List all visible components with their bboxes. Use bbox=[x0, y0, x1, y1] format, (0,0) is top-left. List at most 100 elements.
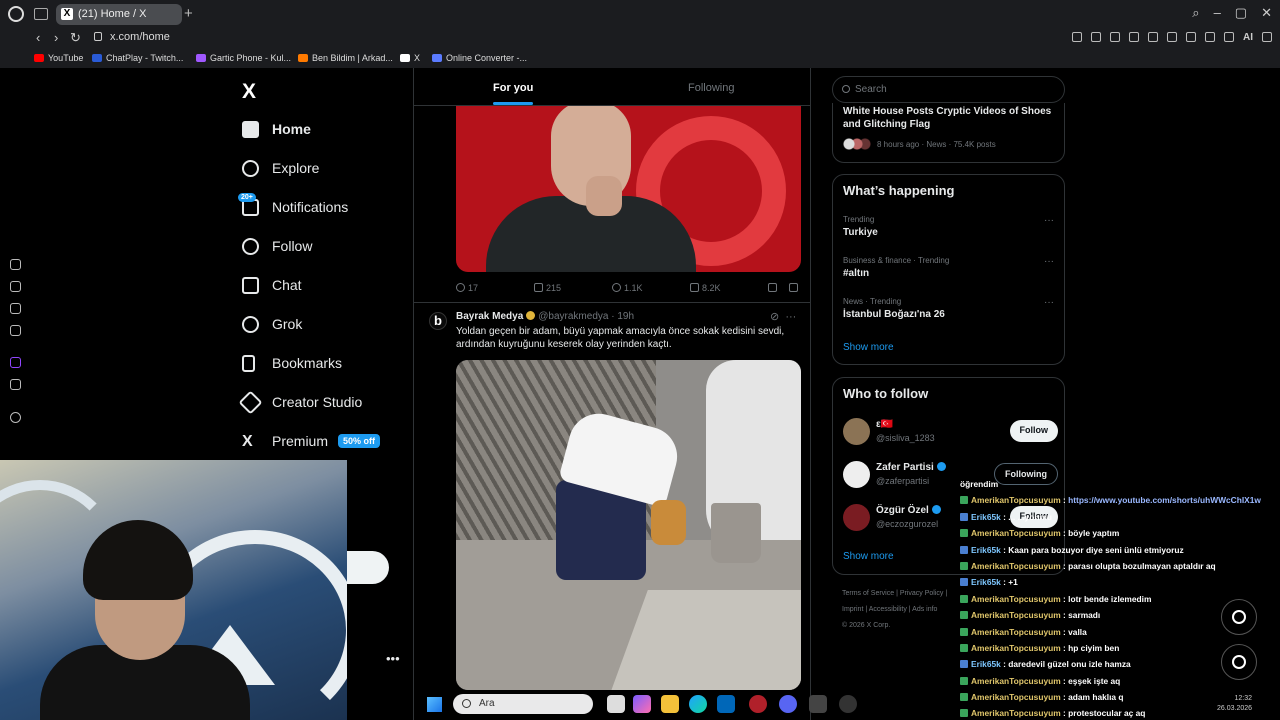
system-clock[interactable]: 12:32 26.03.2026 bbox=[1217, 694, 1252, 714]
more-options-icon[interactable]: ··· bbox=[785, 311, 796, 323]
nav-premium[interactable]: X Premium 50% off bbox=[242, 429, 381, 453]
mail-icon bbox=[242, 276, 259, 294]
nav-creator-studio[interactable]: Creator Studio bbox=[238, 389, 362, 415]
nav-chat[interactable]: Chat bbox=[242, 273, 302, 297]
post-time[interactable]: · 19h bbox=[611, 311, 634, 322]
avatar[interactable]: b bbox=[429, 312, 447, 330]
nav-follow[interactable]: Follow bbox=[242, 234, 312, 258]
edge-icon[interactable] bbox=[689, 695, 707, 713]
reload-button[interactable]: ↻ bbox=[70, 30, 81, 46]
avatar[interactable] bbox=[843, 504, 870, 531]
chat-bubble-icon bbox=[1232, 655, 1246, 669]
windows-start-icon[interactable] bbox=[427, 697, 442, 712]
grok-explain-icon[interactable]: ⊘ bbox=[770, 311, 779, 323]
search-tabs-icon[interactable]: ⌕ bbox=[1192, 5, 1199, 21]
trend-more-icon[interactable]: ··· bbox=[1044, 297, 1054, 308]
task-view-icon[interactable] bbox=[607, 695, 625, 713]
grok-icon bbox=[242, 315, 259, 333]
tab-manager-icon[interactable] bbox=[34, 8, 48, 20]
screenshot-icon[interactable] bbox=[1091, 32, 1101, 42]
minimize-button[interactable]: – bbox=[1214, 5, 1221, 21]
bookmark-icon bbox=[768, 283, 777, 292]
copilot-icon[interactable] bbox=[633, 695, 651, 713]
repost-button[interactable]: 215 bbox=[534, 283, 561, 293]
rocket-icon bbox=[238, 389, 263, 415]
clock-icon[interactable] bbox=[10, 412, 21, 423]
x-sidebar-icon[interactable] bbox=[10, 379, 21, 390]
search-input[interactable]: Search bbox=[832, 76, 1065, 103]
bookmark-post-button[interactable] bbox=[768, 283, 780, 293]
browser-tab-x-home[interactable]: X (21) Home / X bbox=[56, 4, 182, 25]
x-logo[interactable]: X bbox=[242, 80, 256, 104]
download-icon[interactable] bbox=[1205, 32, 1215, 42]
home-feed: For you Following 17 215 1.1K 8.2K b Bay… bbox=[413, 68, 811, 720]
follow-suggestion[interactable]: ε🇹🇷 @sisliva_1283 Follow bbox=[843, 418, 1058, 448]
chat-badge-icon bbox=[960, 660, 968, 669]
avatar[interactable] bbox=[843, 461, 870, 488]
profile-icon[interactable] bbox=[1224, 32, 1234, 42]
post-media-video[interactable] bbox=[456, 360, 801, 690]
nav-home[interactable]: Home bbox=[242, 117, 311, 141]
follow-button[interactable]: Follow bbox=[1009, 420, 1058, 442]
show-more-trends-link[interactable]: Show more bbox=[843, 342, 894, 353]
messenger-icon[interactable] bbox=[10, 325, 21, 336]
taskbar-search-input[interactable]: Ara bbox=[453, 694, 593, 714]
share-button[interactable] bbox=[789, 283, 801, 293]
play-icon[interactable] bbox=[1148, 32, 1158, 42]
discord-icon[interactable] bbox=[779, 695, 797, 713]
account-menu-icon[interactable]: ••• bbox=[386, 651, 400, 666]
history-icon[interactable] bbox=[10, 259, 21, 270]
nav-bookmarks[interactable]: Bookmarks bbox=[242, 351, 342, 375]
trend-more-icon[interactable]: ··· bbox=[1044, 256, 1054, 267]
nav-explore[interactable]: Explore bbox=[242, 156, 319, 180]
bookmark-online-converter[interactable]: Online Converter -... bbox=[432, 53, 527, 63]
extensions-icon[interactable] bbox=[1186, 32, 1196, 42]
trend-item[interactable]: News · Trending İstanbul Boğazı'na 26 ··… bbox=[843, 297, 1058, 320]
shield-icon[interactable] bbox=[1110, 32, 1120, 42]
bookmark-youtube[interactable]: YouTube bbox=[34, 53, 83, 63]
maximize-button[interactable]: ▢ bbox=[1235, 5, 1247, 21]
close-window-button[interactable]: ✕ bbox=[1261, 5, 1272, 21]
app-icon[interactable] bbox=[839, 695, 857, 713]
opera-icon[interactable] bbox=[8, 6, 24, 22]
twitch-icon[interactable] bbox=[10, 357, 21, 368]
trend-item[interactable]: Business & finance · Trending #altın ··· bbox=[843, 256, 1058, 279]
author-name[interactable]: Bayrak Medya bbox=[456, 311, 523, 322]
like-button[interactable]: 1.1K bbox=[612, 283, 643, 293]
opera-taskbar-icon[interactable] bbox=[749, 695, 767, 713]
back-button[interactable]: ‹ bbox=[36, 30, 40, 45]
menu-icon[interactable] bbox=[1262, 32, 1272, 42]
bookmark-x[interactable]: X bbox=[400, 53, 420, 63]
translate-icon[interactable] bbox=[1129, 32, 1139, 42]
pin-icon[interactable] bbox=[1072, 32, 1082, 42]
author-handle[interactable]: @bayrakmedya bbox=[538, 311, 608, 322]
reply-button[interactable]: 17 bbox=[456, 283, 478, 293]
bag-icon[interactable] bbox=[10, 281, 21, 292]
views-button[interactable]: 8.2K bbox=[690, 283, 721, 293]
ai-icon[interactable]: AI bbox=[1243, 32, 1253, 43]
avatar[interactable] bbox=[843, 418, 870, 445]
forward-button[interactable]: › bbox=[54, 30, 58, 45]
heart-icon[interactable] bbox=[1167, 32, 1177, 42]
bookmark-gartic[interactable]: Gartic Phone - Kul... bbox=[196, 53, 291, 63]
store-icon[interactable] bbox=[717, 695, 735, 713]
news-card[interactable]: White House Posts Cryptic Videos of Shoe… bbox=[832, 103, 1065, 163]
obs-icon[interactable] bbox=[809, 695, 827, 713]
url-field[interactable]: x.com/home bbox=[94, 31, 170, 43]
chat-message: AmerikanTopcusuyum : böyle yaptım bbox=[960, 525, 1280, 541]
tab-for-you[interactable]: For you bbox=[493, 82, 534, 105]
messages-floating-button[interactable] bbox=[1221, 644, 1257, 680]
trend-item[interactable]: Trending Turkiye ··· bbox=[843, 215, 1058, 238]
grok-floating-button[interactable] bbox=[1221, 599, 1257, 635]
bookmark-chatplay[interactable]: ChatPlay - Twitch... bbox=[92, 53, 183, 63]
new-tab-button[interactable]: + bbox=[184, 5, 193, 22]
trend-more-icon[interactable]: ··· bbox=[1044, 215, 1054, 226]
tab-following[interactable]: Following bbox=[688, 82, 734, 94]
nav-grok[interactable]: Grok bbox=[242, 312, 302, 336]
show-more-follow-link[interactable]: Show more bbox=[843, 551, 894, 562]
bookmark-ben-bildim[interactable]: Ben Bildim | Arkad... bbox=[298, 53, 393, 63]
post-media-image[interactable] bbox=[456, 106, 801, 272]
nav-notifications[interactable]: 20+ Notifications bbox=[238, 192, 348, 219]
wallet-icon[interactable] bbox=[10, 303, 21, 314]
file-explorer-icon[interactable] bbox=[661, 695, 679, 713]
